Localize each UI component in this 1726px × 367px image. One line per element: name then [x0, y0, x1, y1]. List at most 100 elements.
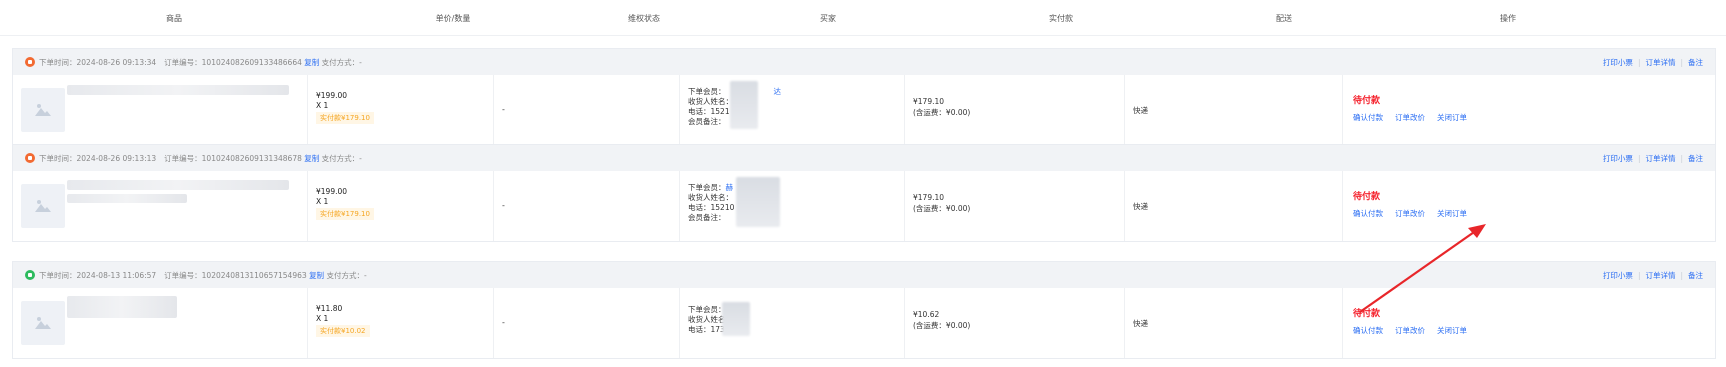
- pay-method: 支付方式：-: [321, 154, 362, 163]
- order-time: 2024-08-26 09:13:34: [76, 58, 157, 67]
- rights-cell: -: [494, 75, 680, 145]
- paid-amount-tag: 实付款¥179.10: [316, 208, 374, 220]
- order-time-label: 下单时间：: [39, 58, 77, 67]
- order-number: 101024082609131348678: [201, 154, 302, 163]
- rights-cell: -: [494, 171, 680, 241]
- close-order-link[interactable]: 关闭订单: [1437, 209, 1467, 218]
- delivery-method: 快递: [1133, 319, 1148, 328]
- product-title-blurred[interactable]: [67, 180, 289, 190]
- col-header-paid: 实付款: [1049, 14, 1073, 23]
- print-receipt-link[interactable]: 打印小票: [1603, 58, 1633, 67]
- channel-icon: [25, 153, 35, 163]
- buyer-note: 会员备注：: [688, 117, 726, 126]
- buyer-cell: 下单会员： 收货人姓名： 电话：1736: [680, 288, 905, 358]
- order-body: ¥11.80 X 1 实付款¥10.02 - 下单会员： 收货人姓名： 电话：1…: [13, 288, 1715, 358]
- order-ops: 确认付款 订单改价 关闭订单: [1353, 112, 1479, 123]
- order-detail-link[interactable]: 订单详情: [1645, 271, 1675, 280]
- print-receipt-link[interactable]: 打印小票: [1603, 271, 1633, 280]
- delivery-method: 快递: [1133, 106, 1148, 115]
- paid-amount: ¥179.10: [913, 97, 945, 106]
- quantity: X 1: [316, 314, 329, 323]
- col-header-buyer: 买家: [820, 14, 836, 23]
- order-status: 待付款: [1353, 309, 1381, 319]
- paid-cell: ¥179.10 (含运费：¥0.00): [905, 171, 1125, 241]
- remark-link[interactable]: 备注: [1688, 271, 1703, 280]
- quantity: X 1: [316, 197, 329, 206]
- order-number: 102024081311065715496З: [201, 271, 307, 280]
- product-image-placeholder-icon[interactable]: [21, 184, 65, 228]
- order-ops: 确认付款 订单改价 关闭订单: [1353, 325, 1479, 336]
- order-no-label: 订单编号：: [164, 271, 202, 280]
- copy-order-no-button[interactable]: 复制: [309, 271, 324, 280]
- paid-amount-tag: 实付款¥10.02: [316, 325, 370, 337]
- paid-cell: ¥179.10 (含运费：¥0.00): [905, 75, 1125, 145]
- delivery-method: 快递: [1133, 202, 1148, 211]
- print-receipt-link[interactable]: 打印小票: [1603, 154, 1633, 163]
- unit-price: ¥11.80: [316, 304, 343, 313]
- change-price-link[interactable]: 订单改价: [1395, 209, 1425, 218]
- order-body: ¥199.00 X 1 实付款¥179.10 - 下单会员：达 收货人姓名： 电…: [13, 75, 1715, 145]
- buyer-member-link[interactable]: 达: [774, 87, 782, 96]
- order-detail-link[interactable]: 订单详情: [1645, 58, 1675, 67]
- order-detail-link[interactable]: 订单详情: [1645, 154, 1675, 163]
- product-cell: [13, 171, 308, 241]
- shipping-fee: (含运费：¥0.00): [913, 108, 971, 117]
- change-price-link[interactable]: 订单改价: [1395, 113, 1425, 122]
- product-image-placeholder-icon[interactable]: [21, 301, 65, 345]
- product-image-placeholder-icon[interactable]: [21, 88, 65, 132]
- order-no-label: 订单编号：: [164, 58, 202, 67]
- delivery-cell: 快递: [1125, 288, 1343, 358]
- confirm-payment-link[interactable]: 确认付款: [1353, 113, 1383, 122]
- unit-price: ¥199.00: [316, 187, 348, 196]
- buyer-info-blurred: [722, 302, 750, 336]
- buyer-info-blurred: [730, 81, 758, 129]
- order-meta: 下单时间：2024-08-26 09:13:13 订单编号：10102408260…: [39, 153, 362, 164]
- channel-icon: [25, 57, 35, 67]
- order-status: 待付款: [1353, 96, 1381, 106]
- wechat-channel-icon: [25, 270, 35, 280]
- price-qty-cell: ¥11.80 X 1 实付款¥10.02: [308, 288, 494, 358]
- buyer-info-blurred: [736, 177, 780, 227]
- product-title-blurred[interactable]: [67, 296, 177, 318]
- quantity: X 1: [316, 101, 329, 110]
- order-header: 下单时间：2024-08-26 09:13:34 订单编号：10102408260…: [13, 49, 1715, 75]
- product-cell: [13, 288, 308, 358]
- paid-cell: ¥10.62 (含运费：¥0.00): [905, 288, 1125, 358]
- close-order-link[interactable]: 关闭订单: [1437, 113, 1467, 122]
- buyer-cell: 下单会员：达 收货人姓名： 电话：1521 会员备注：: [680, 75, 905, 145]
- product-subtitle-blurred: [67, 194, 187, 203]
- order-time: 2024-08-13 11:06:57: [76, 271, 157, 280]
- order-header-actions: 打印小票 | 订单详情 | 备注: [1602, 271, 1703, 280]
- rights-status: -: [502, 318, 505, 327]
- order-ops: 确认付款 订单改价 关闭订单: [1353, 208, 1479, 219]
- operations-cell: 待付款 确认付款 订单改价 关闭订单: [1343, 75, 1717, 145]
- delivery-cell: 快递: [1125, 75, 1343, 145]
- confirm-payment-link[interactable]: 确认付款: [1353, 326, 1383, 335]
- order-time: 2024-08-26 09:13:13: [76, 154, 157, 163]
- product-cell: [13, 75, 308, 145]
- order-card: 下单时间：2024-08-26 09:13:34 订单编号：10102408260…: [12, 48, 1716, 146]
- pay-method: 支付方式：-: [326, 271, 367, 280]
- change-price-link[interactable]: 订单改价: [1395, 326, 1425, 335]
- buyer-member-link[interactable]: 赫: [726, 183, 734, 192]
- order-card: 下单时间：2024-08-13 11:06:57 订单编号：10202408131…: [12, 261, 1716, 359]
- confirm-payment-link[interactable]: 确认付款: [1353, 209, 1383, 218]
- shipping-fee: (含运费：¥0.00): [913, 321, 971, 330]
- order-time-label: 下单时间：: [39, 154, 77, 163]
- copy-order-no-button[interactable]: 复制: [304, 154, 319, 163]
- price-qty-cell: ¥199.00 X 1 实付款¥179.10: [308, 75, 494, 145]
- remark-link[interactable]: 备注: [1688, 154, 1703, 163]
- delivery-cell: 快递: [1125, 171, 1343, 241]
- close-order-link[interactable]: 关闭订单: [1437, 326, 1467, 335]
- col-header-rights-status: 维权状态: [628, 14, 660, 23]
- unit-price: ¥199.00: [316, 91, 348, 100]
- order-meta: 下单时间：2024-08-26 09:13:34 订单编号：10102408260…: [39, 57, 362, 68]
- remark-link[interactable]: 备注: [1688, 58, 1703, 67]
- orders-table-header: 商品 单价/数量 维权状态 买家 实付款 配送 操作: [0, 0, 1726, 36]
- order-body: ¥199.00 X 1 实付款¥179.10 - 下单会员：赫 收货人姓名： 电…: [13, 171, 1715, 241]
- copy-order-no-button[interactable]: 复制: [304, 58, 319, 67]
- order-status: 待付款: [1353, 192, 1381, 202]
- rights-cell: -: [494, 288, 680, 358]
- rights-status: -: [502, 201, 505, 210]
- product-title-blurred[interactable]: [67, 85, 289, 95]
